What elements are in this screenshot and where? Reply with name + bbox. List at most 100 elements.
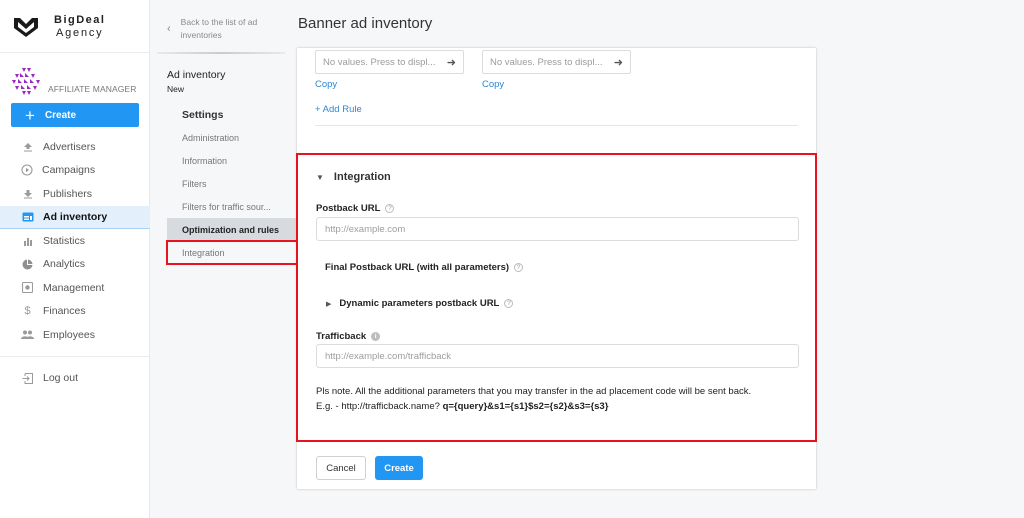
sidebar-item-finances[interactable]: $ Finances	[0, 300, 150, 324]
rule-value-select[interactable]: No values. Press to displ... ➜	[482, 50, 631, 74]
help-icon[interactable]: ?	[385, 204, 395, 213]
page-title: Banner ad inventory	[298, 15, 433, 32]
rule-column: No values. Press to displ... ➜ Copy	[482, 50, 649, 92]
sidebar-item-statistics[interactable]: Statistics	[0, 229, 150, 253]
sidebar-item-publishers[interactable]: Publishers	[0, 182, 150, 206]
subnav-item-integration[interactable]: Integration	[166, 240, 298, 265]
sidebar-item-advertisers[interactable]: Advertisers	[0, 135, 150, 159]
sidebar-divider	[0, 52, 150, 53]
pie-chart-icon	[21, 258, 34, 271]
integration-section-toggle[interactable]: ▼ Integration	[316, 171, 391, 183]
create-button[interactable]: + Create	[11, 103, 139, 127]
note-example: q={query}&s1={s1}$s2={s2}&s3={s3}	[442, 401, 609, 412]
final-postback-url-label-text: Final Postback URL (with all parameters)	[325, 262, 510, 273]
note-prefix: E.g. - http://trafficback.name?	[316, 401, 443, 412]
sidebar-item-employees[interactable]: Employees	[0, 323, 150, 347]
subnav-item-filters[interactable]: Filters	[167, 172, 297, 195]
trafficback-note: Pls note. All the additional parameters …	[316, 384, 751, 414]
caret-down-icon: ▼	[316, 172, 324, 182]
sidebar-item-label: Management	[43, 281, 105, 294]
role-label: AFFILIATE MANAGER	[48, 84, 137, 94]
subnav-divider	[157, 52, 285, 54]
arrow-right-icon: ➜	[613, 56, 623, 69]
back-label: Back to the list of ad inventories	[180, 17, 258, 40]
select-placeholder: No values. Press to displ...	[323, 56, 436, 68]
copy-link[interactable]: Copy	[315, 79, 337, 90]
sidebar-item-label: Finances	[43, 305, 86, 318]
sidebar-item-analytics[interactable]: Analytics	[0, 253, 150, 277]
select-placeholder: No values. Press to displ...	[490, 56, 603, 68]
help-icon[interactable]: ?	[504, 299, 514, 308]
rule-row: No values. Press to displ... ➜ Copy No v…	[315, 50, 649, 92]
sidebar-item-label: Statistics	[43, 234, 86, 247]
note-line-2: E.g. - http://trafficback.name? q={query…	[316, 399, 751, 414]
copy-link[interactable]: Copy	[482, 79, 504, 90]
subnav-item-optimization-rules[interactable]: Optimization and rules	[167, 218, 297, 241]
dynamic-params-label: Dynamic parameters postback URL	[339, 298, 500, 309]
plus-icon: +	[25, 105, 35, 125]
logout-button[interactable]: Log out	[0, 367, 150, 391]
subnav-item-information[interactable]: Information	[167, 149, 297, 172]
dynamic-params-toggle[interactable]: ▶ Dynamic parameters postback URL ?	[326, 298, 514, 309]
logout-icon	[21, 372, 34, 385]
sidebar-item-campaigns[interactable]: Campaigns	[0, 159, 150, 183]
postback-url-input[interactable]	[316, 217, 799, 241]
role-avatar-icon	[12, 68, 40, 95]
sidebar-item-ad-inventory[interactable]: Ad inventory	[0, 205, 150, 229]
bar-chart-icon	[21, 234, 34, 247]
dollar-icon: $	[24, 305, 31, 318]
trafficback-url-input[interactable]	[316, 344, 799, 368]
sidebar-item-management[interactable]: Management	[0, 276, 150, 300]
integration-section: ▼ Integration Postback URL ? Final Postb…	[296, 153, 817, 442]
rule-value-select[interactable]: No values. Press to displ... ➜	[315, 50, 464, 74]
nav-divider	[0, 355, 150, 357]
trafficback-label: Trafficback i	[316, 331, 381, 342]
back-to-list-link[interactable]: ‹ Back to the list of ad inventories	[167, 16, 261, 42]
sidebar-item-label: Publishers	[43, 187, 93, 200]
sidebar-item-label: Advertisers	[43, 140, 96, 153]
section-divider	[315, 125, 798, 126]
info-icon[interactable]: i	[371, 332, 381, 341]
settings-heading: Settings	[182, 109, 224, 121]
settings-menu: Administration Information Filters Filte…	[166, 126, 298, 265]
postback-url-label-text: Postback URL	[316, 203, 381, 214]
ad-inventory-icon	[21, 210, 34, 223]
final-postback-url-label: Final Postback URL (with all parameters)…	[325, 262, 524, 273]
upload-icon	[21, 140, 34, 153]
settings-subnav: ‹ Back to the list of ad inventories Ad …	[151, 0, 298, 518]
inventory-status: New	[167, 84, 185, 94]
rule-column: No values. Press to displ... ➜ Copy	[315, 50, 482, 92]
brand-name: BigDeal Agency	[54, 14, 105, 40]
sidebar-item-label: Employees	[43, 328, 95, 341]
inventory-title: Ad inventory	[167, 69, 226, 81]
note-line-1: Pls note. All the additional parameters …	[316, 386, 752, 397]
play-circle-icon	[20, 164, 33, 177]
subnav-item-administration[interactable]: Administration	[167, 126, 297, 149]
download-icon	[21, 187, 34, 200]
caret-right-icon: ▶	[326, 300, 332, 308]
cancel-button[interactable]: Cancel	[316, 456, 366, 480]
people-icon	[21, 328, 34, 341]
logo-icon	[14, 18, 38, 37]
brand-line2: Agency	[55, 27, 104, 39]
form-actions: Cancel Create	[316, 456, 423, 480]
sidebar-nav: Advertisers Campaigns Publishers Ad inve…	[0, 135, 150, 390]
help-icon[interactable]: ?	[514, 263, 524, 272]
role-badge: AFFILIATE MANAGER	[10, 66, 136, 96]
brand-logo[interactable]: BigDeal Agency	[12, 14, 105, 40]
integration-heading: Integration	[333, 171, 391, 183]
sidebar-item-label: Ad inventory	[43, 210, 108, 223]
trafficback-label-text: Trafficback	[316, 331, 367, 342]
sidebar-item-label: Analytics	[43, 258, 86, 271]
create-submit-button[interactable]: Create	[375, 456, 423, 480]
create-button-label: Create	[44, 109, 77, 121]
chevron-left-icon: ‹	[167, 23, 171, 35]
sidebar-item-label: Campaigns	[42, 164, 96, 177]
brand-line1: BigDeal	[54, 14, 106, 26]
main-sidebar: BigDeal Agency AFFILIATE MANAGER + Creat…	[0, 0, 150, 518]
logout-label: Log out	[43, 372, 79, 385]
arrow-right-icon: ➜	[446, 56, 456, 69]
add-rule-link[interactable]: + Add Rule	[315, 104, 362, 115]
management-icon	[21, 281, 34, 294]
subnav-item-filters-traffic-sources[interactable]: Filters for traffic sour...	[167, 195, 297, 218]
